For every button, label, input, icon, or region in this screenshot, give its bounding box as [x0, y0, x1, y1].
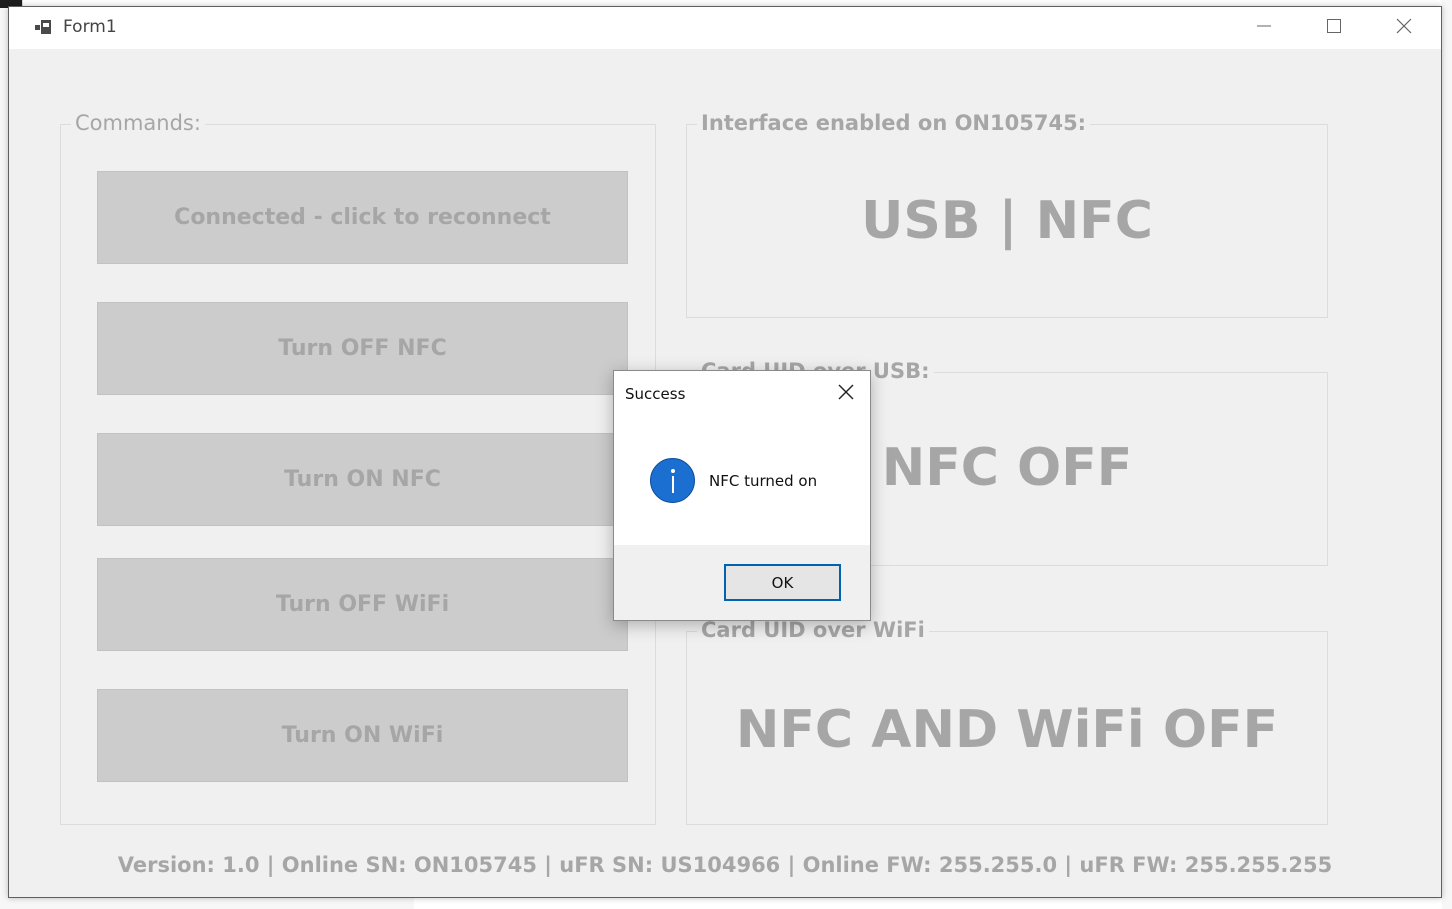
close-button[interactable]	[1369, 7, 1439, 49]
success-dialog: Success NFC turned on OK	[613, 370, 871, 621]
card-wifi-value: NFC AND WiFi OFF	[735, 700, 1279, 760]
commands-legend: Commands:	[71, 111, 205, 135]
interface-legend: Interface enabled on ON105745:	[697, 111, 1091, 135]
title-bar[interactable]: Form1	[9, 7, 1441, 49]
minimize-button[interactable]	[1229, 7, 1299, 49]
close-icon	[1396, 18, 1412, 38]
minimize-icon	[1256, 18, 1272, 38]
turn-on-nfc-button[interactable]: Turn ON NFC	[97, 433, 628, 526]
turn-off-wifi-button[interactable]: Turn OFF WiFi	[97, 558, 628, 651]
turn-off-nfc-button[interactable]: Turn OFF NFC	[97, 302, 628, 395]
dialog-title: Success	[625, 385, 686, 403]
card-wifi-legend: Card UID over WiFi	[697, 618, 929, 642]
ok-button[interactable]: OK	[724, 564, 841, 601]
commands-group: Commands: Connected - click to reconnect…	[60, 111, 656, 825]
turn-on-wifi-button[interactable]: Turn ON WiFi	[97, 689, 628, 782]
window-title: Form1	[63, 17, 117, 37]
card-wifi-group: Card UID over WiFi NFC AND WiFi OFF	[686, 618, 1328, 825]
dialog-button-bar: OK	[614, 545, 870, 620]
close-icon	[837, 383, 855, 405]
dialog-message: NFC turned on	[709, 472, 818, 490]
version-footer: Version: 1.0 | Online SN: ON105745 | uFR…	[117, 853, 1333, 877]
interface-value: USB | NFC	[861, 191, 1153, 251]
reconnect-button[interactable]: Connected - click to reconnect	[97, 171, 628, 264]
background-app-edge	[1442, 0, 1452, 909]
interface-group: Interface enabled on ON105745: USB | NFC	[686, 111, 1328, 318]
maximize-button[interactable]	[1299, 7, 1369, 49]
dialog-close-button[interactable]	[830, 379, 862, 409]
maximize-icon	[1326, 18, 1342, 38]
app-icon	[35, 19, 51, 34]
info-icon	[650, 458, 695, 503]
